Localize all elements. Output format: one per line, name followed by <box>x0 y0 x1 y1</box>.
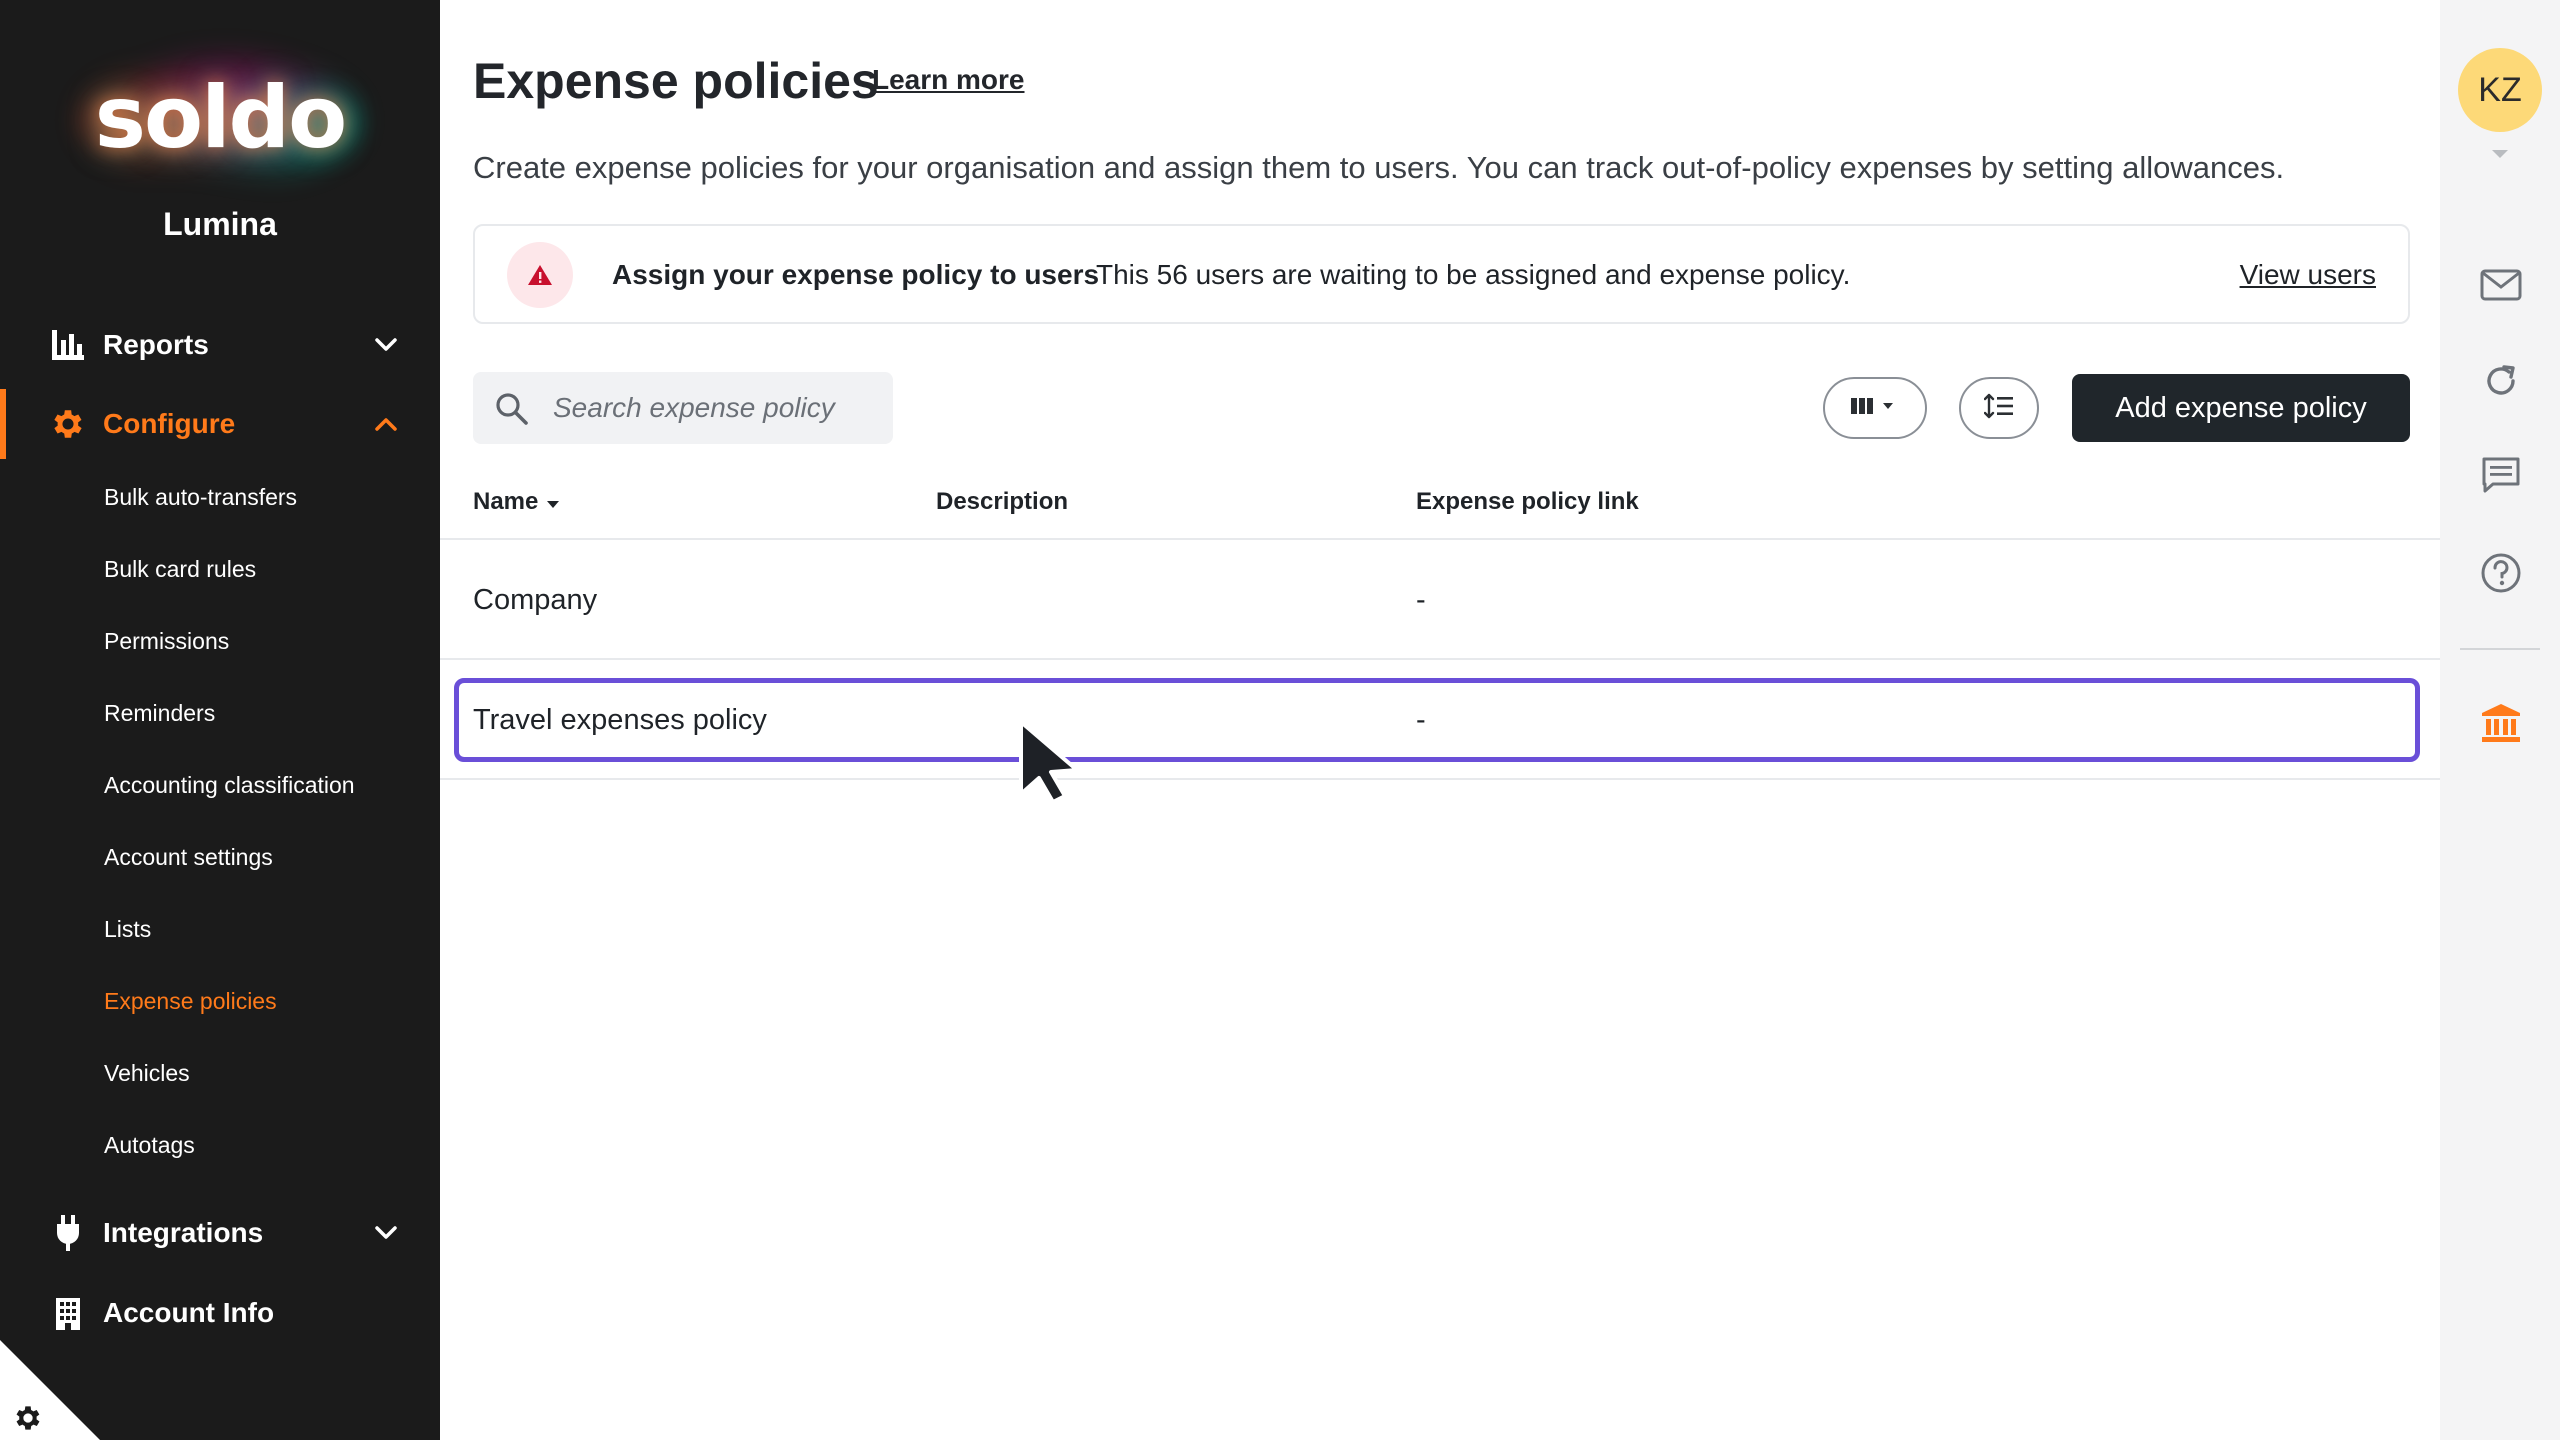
avatar[interactable]: KZ <box>2458 48 2542 132</box>
table-row[interactable]: Travel expenses policy - <box>440 660 2440 780</box>
gear-icon <box>48 404 88 444</box>
policy-name-cell: Company <box>473 584 598 616</box>
search-input[interactable] <box>553 372 883 444</box>
sidebar-item-account-settings[interactable]: Account settings <box>104 844 273 871</box>
nav-reports-label: Reports <box>103 329 209 360</box>
bank-icon[interactable] <box>2478 700 2524 746</box>
chevron-down-icon <box>372 331 400 359</box>
add-expense-policy-button[interactable]: Add expense policy <box>2072 374 2410 442</box>
help-icon[interactable] <box>2478 550 2524 596</box>
view-users-link[interactable]: View users <box>2240 259 2376 291</box>
table-row[interactable]: Company - <box>440 540 2440 660</box>
sidebar-item-accounting-classification[interactable]: Accounting classification <box>104 772 355 799</box>
list-density-icon <box>1983 393 2014 424</box>
sort-caret-icon <box>546 488 560 516</box>
banner-text: This 56 users are waiting to be assigned… <box>1096 259 1851 290</box>
nav-configure-label: Configure <box>103 408 236 439</box>
nav-integrations-label: Integrations <box>103 1217 264 1248</box>
sidebar-item-vehicles[interactable]: Vehicles <box>104 1060 190 1087</box>
mail-icon[interactable] <box>2478 262 2524 308</box>
sidebar-item-bulk-auto-transfers[interactable]: Bulk auto-transfers <box>104 484 297 511</box>
soldo-logo: soldo <box>60 40 380 200</box>
column-header-name-label: Name <box>473 488 539 515</box>
policy-name-cell: Travel expenses policy <box>473 704 767 736</box>
policy-link-cell: - <box>1416 584 1426 616</box>
columns-icon <box>1851 396 1899 421</box>
sidebar-item-lists[interactable]: Lists <box>104 916 151 943</box>
sidebar-item-reminders[interactable]: Reminders <box>104 700 215 727</box>
chevron-down-icon[interactable] <box>2491 146 2509 164</box>
rail-divider <box>2460 648 2540 650</box>
main-content: Expense policies Learn more Create expen… <box>440 0 2440 1440</box>
bar-chart-icon <box>48 325 88 365</box>
sidebar-item-expense-policies[interactable]: Expense policies <box>104 988 277 1015</box>
settings-corner[interactable] <box>0 1340 100 1440</box>
column-header-policy-link: Expense policy link <box>1416 488 1639 515</box>
organisation-name: Lumina <box>163 206 277 242</box>
assign-policy-banner: Assign your expense policy to users This… <box>473 224 2410 324</box>
chevron-up-icon <box>372 410 400 438</box>
sidebar: soldo Lumina Reports Configure Bulk auto… <box>0 0 440 1440</box>
banner-title: Assign your expense policy to users <box>612 259 1100 290</box>
nav-reports[interactable]: Reports <box>0 310 440 380</box>
columns-button[interactable] <box>1823 377 1927 439</box>
nav-configure[interactable]: Configure <box>6 389 440 459</box>
nav-account-info-label: Account Info <box>103 1297 275 1328</box>
sidebar-item-autotags[interactable]: Autotags <box>104 1132 195 1159</box>
gear-icon <box>12 1402 44 1439</box>
refresh-icon[interactable] <box>2478 358 2524 404</box>
sidebar-item-bulk-card-rules[interactable]: Bulk card rules <box>104 556 256 583</box>
search-icon <box>495 392 529 431</box>
policy-link-cell: - <box>1416 704 1426 736</box>
row-divider <box>440 778 2440 780</box>
warning-icon <box>507 242 573 308</box>
nav-account-info[interactable]: Account Info <box>0 1278 440 1348</box>
right-rail: KZ <box>2440 0 2560 1440</box>
column-header-description: Description <box>936 488 1069 515</box>
row-density-button[interactable] <box>1959 377 2039 439</box>
logo-text: soldo <box>94 68 347 168</box>
page-description: Create expense policies for your organis… <box>473 150 2285 185</box>
chevron-down-icon <box>372 1219 400 1247</box>
sidebar-item-permissions[interactable]: Permissions <box>104 628 229 655</box>
chat-icon[interactable] <box>2478 452 2524 498</box>
column-header-name[interactable]: Name <box>473 488 560 516</box>
page-title: Expense policies <box>473 53 879 109</box>
search-box[interactable] <box>473 372 893 444</box>
building-icon <box>48 1293 88 1333</box>
plug-icon <box>48 1213 88 1253</box>
learn-more-link[interactable]: Learn more <box>872 64 1025 96</box>
nav-integrations[interactable]: Integrations <box>0 1198 440 1268</box>
